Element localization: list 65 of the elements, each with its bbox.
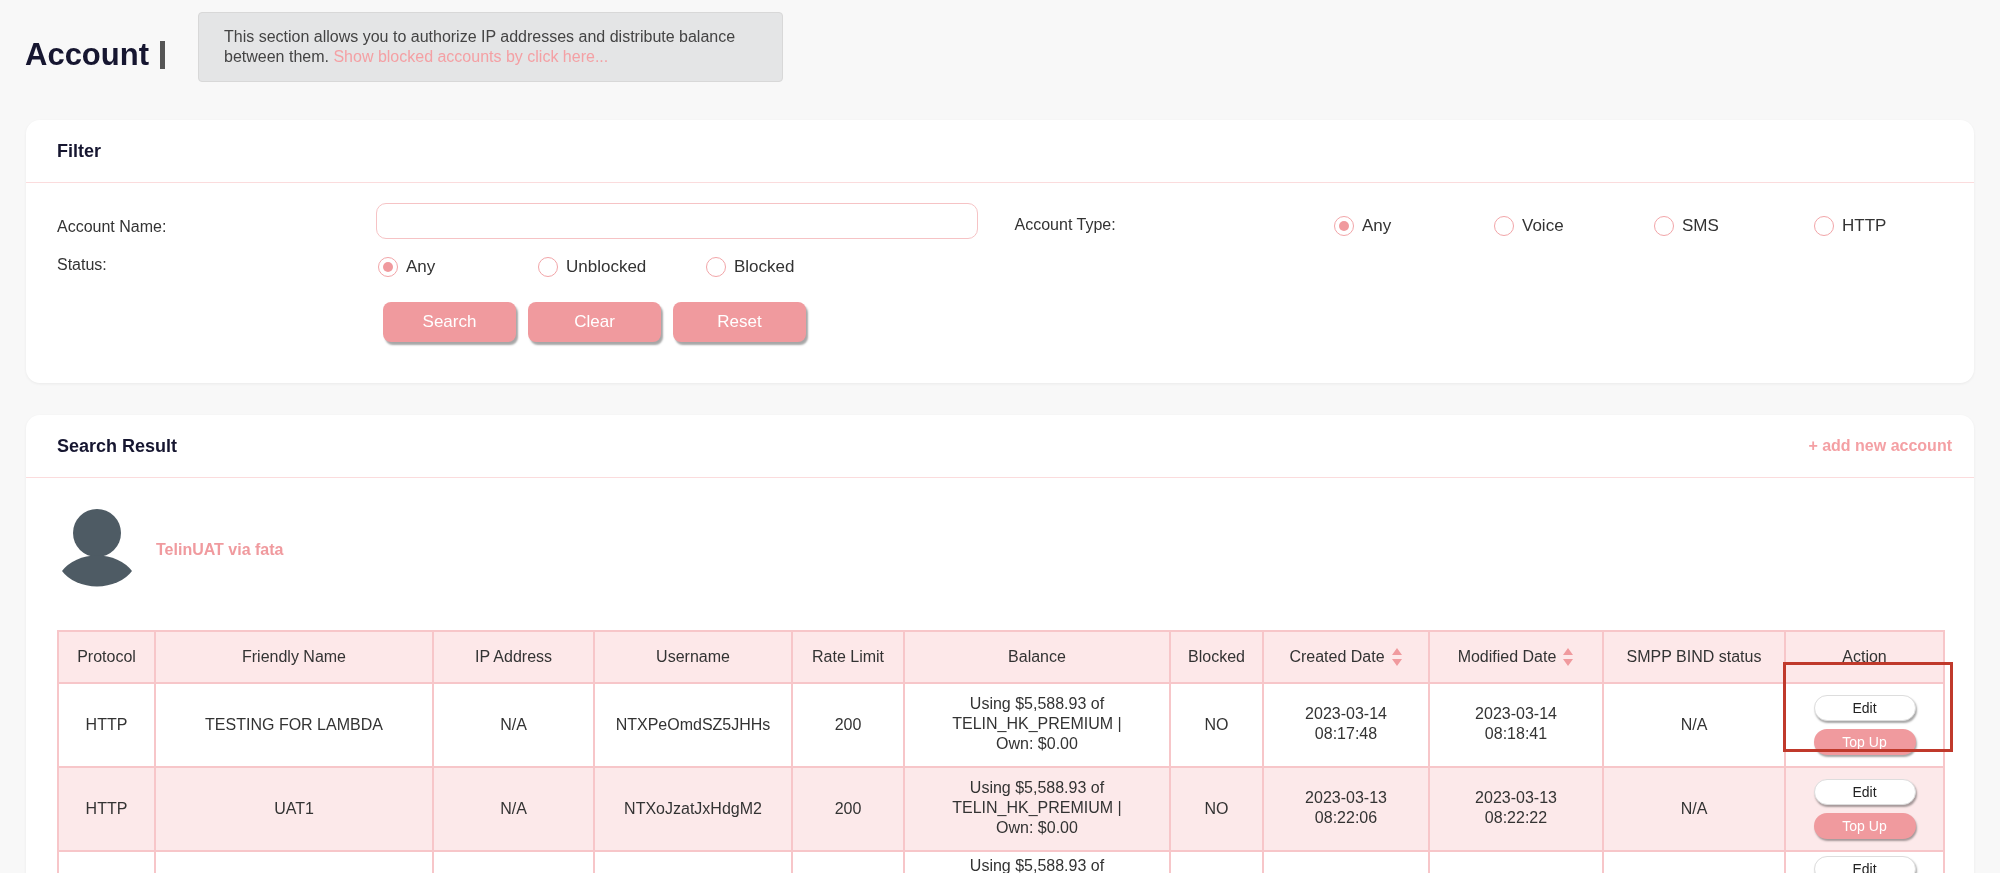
table-cell: 200 [834,800,862,817]
radio-button[interactable] [1334,215,1354,236]
radio-button[interactable] [1494,215,1514,236]
table-cell-text: Using $5,588.93 of TELIN_HK_PREMIUM | Own: $0.00 [951,778,1123,838]
radio-label: HTTP [1842,215,1887,237]
table-cell-text: 2023-03-13 08:22:22 [1474,788,1558,828]
column-header: Action [1842,647,1887,667]
blocked-accounts-link[interactable]: Show blocked accounts by click here... [333,48,609,65]
filter-button[interactable]: Reset [673,301,806,342]
column-header: Created Date [1289,647,1385,667]
table-cell-text: Using $5,588.93 of TELIN_HK_PREMIUM | Own: $0.00 [951,694,1123,754]
filter-button[interactable]: Clear [528,301,661,342]
radio-label: Any [1362,215,1392,237]
field-label: Account Type: [1014,215,1117,235]
field-label: Status: [57,255,108,275]
account-name-field[interactable] [376,203,978,239]
radio-button[interactable] [538,256,558,277]
table-cell: HTTP [85,716,128,733]
table-cell-text: 2023-03-14 08:18:41 [1474,704,1558,744]
results-title: Search Result [57,434,178,458]
sort-icon[interactable] [1562,647,1575,667]
top-up-button[interactable]: Top Up [1813,813,1916,839]
table-cell: NTXPeOmdSZ5JHHs [615,716,771,733]
table-cell-text: 2023-03-13 08:22:06 [1304,788,1388,828]
radio-label: SMS [1682,215,1719,237]
radio-button[interactable] [706,256,726,277]
table-cell: N/A [1680,800,1708,817]
table-cell: TESTING FOR LAMBDA [205,716,383,733]
column-header: Protocol [77,647,136,667]
page-title: Account [25,35,150,74]
radio-label: Any [406,256,436,278]
radio-label: Blocked [734,256,795,278]
sort-icon[interactable] [1390,647,1403,667]
table-cell: NO [1204,800,1229,817]
column-header: Username [656,647,730,667]
table-cell: N/A [500,800,527,817]
column-header: Friendly Name [242,647,346,667]
table-cell: N/A [1680,716,1708,733]
field-label: Account Name: [57,217,168,237]
table-cell: NTXoJzatJxHdgM2 [624,800,762,817]
radio-button[interactable] [1814,215,1834,236]
table-cell: HTTP [85,800,128,817]
filter-title: Filter [57,139,101,163]
edit-button[interactable]: Edit [1813,779,1916,805]
radio-label: Voice [1522,215,1564,237]
column-header: IP Address [474,647,553,667]
column-header: SMPP BIND status [1626,647,1762,667]
table-cell: N/A [500,716,527,733]
table-cell-text: 2023-03-14 08:17:48 [1304,704,1388,744]
table-cell: NO [1204,716,1229,733]
add-account-link[interactable]: + add new account [1808,434,1952,458]
user-name: TelinUAT via fata [156,540,284,560]
radio-button[interactable] [1654,215,1674,236]
column-header: Blocked [1188,647,1245,667]
column-header: Modified Date [1457,647,1557,667]
table-cell: 200 [834,716,862,733]
radio-button[interactable] [378,256,398,277]
column-header: Rate Limit [812,647,884,667]
filter-button[interactable]: Search [383,301,516,342]
info-box: This section allows you to authorize IP addresses and distribute balance between them. Show blocked accounts by click here... [198,12,783,82]
radio-label: Unblocked [566,256,647,278]
edit-button[interactable]: Edit [1813,695,1916,721]
edit-button[interactable]: Edit [1813,856,1916,873]
table-cell: UAT1 [274,800,314,817]
column-header: Balance [1008,647,1066,667]
